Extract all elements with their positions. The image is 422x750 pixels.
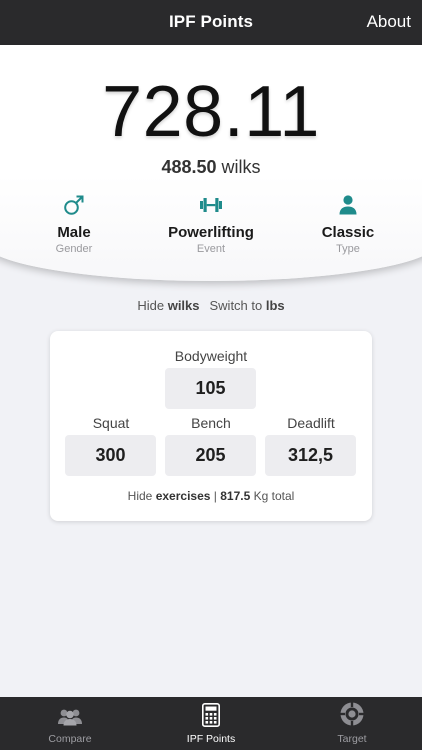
wilks-score: 488.50 wilks xyxy=(0,157,422,178)
total-separator: | xyxy=(213,489,217,503)
nav-title: IPF Points xyxy=(168,12,254,31)
deadlift-input[interactable]: 312,5 xyxy=(265,435,356,476)
tab-bar: Compare IPF Points Target xyxy=(0,697,422,750)
dumbbell-icon xyxy=(141,193,281,217)
hide-exercises-prefix: Hide xyxy=(127,489,153,503)
total-unit: Kg total xyxy=(253,489,295,503)
bodyweight-input[interactable]: 105 xyxy=(165,368,256,409)
gender-value: Male xyxy=(57,224,91,241)
ipf-points-score: 728.11 xyxy=(102,72,320,152)
gender-caption: Gender xyxy=(55,243,93,255)
bodyweight-label: Bodyweight xyxy=(174,348,248,364)
hide-exercises-target: exercises xyxy=(155,489,211,503)
hide-wilks-prefix: Hide xyxy=(137,298,165,313)
deadlift-label: Deadlift xyxy=(287,415,335,431)
event-caption: Event xyxy=(196,243,226,255)
tab-compare-label: Compare xyxy=(48,733,92,745)
tab-compare[interactable]: Compare xyxy=(0,697,140,750)
switch-units-target: lbs xyxy=(265,298,285,313)
gender-selector[interactable]: Male Gender xyxy=(4,193,144,255)
target-icon xyxy=(282,697,422,727)
event-selector[interactable]: Powerlifting Event xyxy=(141,193,281,255)
about-button[interactable]: About xyxy=(367,12,411,32)
type-value: Classic xyxy=(321,224,375,241)
navigation-bar: IPF Points About xyxy=(0,0,422,45)
squat-input[interactable]: 300 xyxy=(65,435,156,476)
lift-inputs-card: Bodyweight 105 Squat 300 Bench 205 Deadl… xyxy=(50,331,372,521)
tab-target-label: Target xyxy=(337,733,367,745)
total-value: 817.5 xyxy=(220,489,251,503)
type-caption: Type xyxy=(336,243,360,255)
total-summary: Hide exercises | 817.5 Kg total xyxy=(50,489,372,503)
person-icon xyxy=(278,193,418,217)
male-icon xyxy=(4,193,144,217)
hide-exercises-toggle[interactable]: Hide exercises xyxy=(128,489,211,503)
hide-wilks-toggle[interactable]: Hide wilks xyxy=(137,298,199,313)
tab-target[interactable]: Target xyxy=(282,697,422,750)
switch-units-prefix: Switch to xyxy=(209,298,263,313)
event-value: Powerlifting xyxy=(168,224,254,241)
type-selector[interactable]: Classic Type xyxy=(278,193,418,255)
bench-input[interactable]: 205 xyxy=(165,435,256,476)
tab-ipf-points[interactable]: IPF Points xyxy=(141,697,281,750)
tab-ipf-points-label: IPF Points xyxy=(186,733,236,745)
hide-wilks-target: wilks xyxy=(167,298,200,313)
wilks-unit: wilks xyxy=(221,157,261,177)
wilks-value: 488.50 xyxy=(161,157,217,177)
switch-units-toggle[interactable]: Switch to lbs xyxy=(210,298,285,313)
calculator-icon xyxy=(141,697,281,727)
display-toggles: Hide wilks Switch to lbs xyxy=(0,298,422,313)
users-icon xyxy=(0,697,140,727)
